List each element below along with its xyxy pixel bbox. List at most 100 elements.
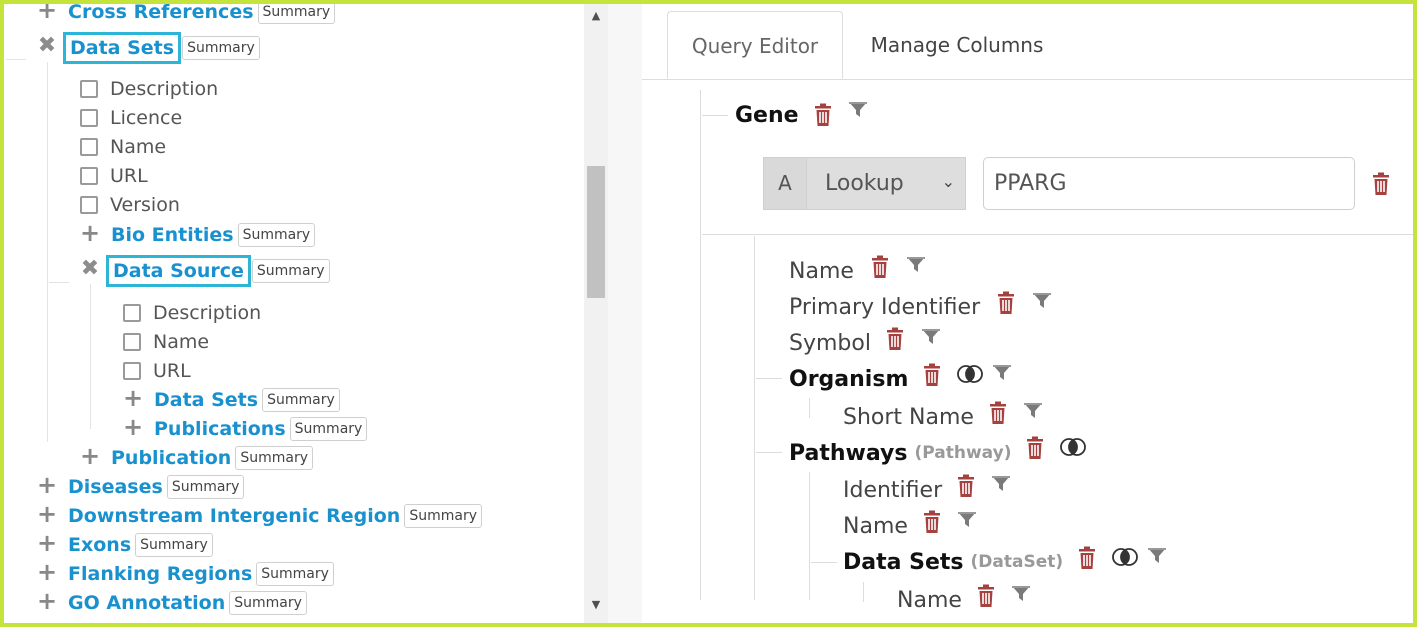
plus-icon[interactable]: + bbox=[79, 444, 101, 469]
trash-icon[interactable] bbox=[922, 363, 942, 387]
checkbox-icon[interactable] bbox=[80, 167, 98, 185]
tree-item-publications[interactable]: + Publications Summary bbox=[122, 415, 368, 442]
scrollbar-thumb[interactable] bbox=[587, 166, 605, 298]
tab-query-editor[interactable]: Query Editor bbox=[667, 11, 843, 79]
plus-icon[interactable]: + bbox=[36, 531, 58, 556]
trash-icon[interactable] bbox=[1371, 172, 1391, 196]
trash-icon[interactable] bbox=[1025, 436, 1045, 460]
summary-button[interactable]: Summary bbox=[135, 533, 213, 557]
tree-item-flanking-regions[interactable]: + Flanking Regions Summary bbox=[36, 560, 334, 587]
trash-icon[interactable] bbox=[988, 401, 1008, 425]
attribute-version[interactable]: Version bbox=[80, 192, 180, 218]
summary-button[interactable]: Summary bbox=[235, 446, 313, 470]
constraint-value-input[interactable]: PPARG bbox=[983, 157, 1355, 210]
trash-icon[interactable] bbox=[956, 474, 976, 498]
filter-icon[interactable] bbox=[1023, 402, 1043, 420]
tree-item-label[interactable]: Publications bbox=[154, 418, 286, 440]
tree-item-label[interactable]: Data Source bbox=[106, 255, 251, 287]
checkbox-icon[interactable] bbox=[80, 80, 98, 98]
tree-item-data-sets[interactable]: + Data Sets Summary bbox=[122, 386, 340, 413]
tree-item-data-source[interactable]: ✖ Data Source Summary bbox=[79, 255, 330, 287]
operator-select[interactable]: Lookup ⌄ bbox=[807, 157, 966, 210]
summary-button[interactable]: Summary bbox=[257, 4, 336, 24]
query-field-short-name: Short Name bbox=[843, 402, 1043, 432]
trash-icon[interactable] bbox=[922, 510, 942, 534]
filter-icon[interactable] bbox=[1147, 547, 1167, 565]
attribute-licence[interactable]: Licence bbox=[80, 105, 182, 131]
trash-icon[interactable] bbox=[813, 103, 833, 127]
close-icon[interactable]: ✖ bbox=[79, 258, 101, 282]
plus-icon[interactable]: + bbox=[36, 4, 58, 23]
tab-manage-columns[interactable]: Manage Columns bbox=[857, 11, 1057, 79]
attribute-name[interactable]: Name bbox=[123, 329, 209, 355]
plus-icon[interactable]: + bbox=[122, 386, 144, 411]
tree-item-label[interactable]: Downstream Intergenic Region bbox=[68, 505, 400, 527]
filter-icon[interactable] bbox=[992, 364, 1012, 382]
summary-button[interactable]: Summary bbox=[237, 223, 316, 247]
summary-button[interactable]: Summary bbox=[229, 591, 307, 615]
checkbox-icon[interactable] bbox=[80, 109, 98, 127]
plus-icon[interactable]: + bbox=[36, 473, 58, 498]
join-icon[interactable] bbox=[956, 364, 984, 384]
tree-item-label[interactable]: Data Sets bbox=[62, 32, 182, 64]
checkbox-icon[interactable] bbox=[80, 196, 98, 214]
tree-item-label[interactable]: Flanking Regions bbox=[68, 563, 252, 585]
filter-icon[interactable] bbox=[991, 475, 1011, 493]
plus-icon[interactable]: + bbox=[36, 560, 58, 585]
checkbox-icon[interactable] bbox=[123, 304, 141, 322]
tree-item-downstream-intergenic-region[interactable]: + Downstream Intergenic Region Summary bbox=[36, 502, 482, 529]
attribute-url[interactable]: URL bbox=[123, 358, 191, 384]
attribute-description[interactable]: Description bbox=[123, 300, 261, 326]
summary-button[interactable]: Summary bbox=[262, 388, 340, 412]
tree-item-data-sets[interactable]: ✖ Data Sets Summary bbox=[36, 32, 260, 64]
plus-icon[interactable]: + bbox=[79, 221, 101, 246]
join-icon[interactable] bbox=[1059, 437, 1087, 457]
summary-button[interactable]: Summary bbox=[251, 259, 330, 283]
filter-icon[interactable] bbox=[848, 101, 868, 119]
tree-item-diseases[interactable]: + Diseases Summary bbox=[36, 473, 245, 500]
tree-item-label[interactable]: Exons bbox=[68, 534, 131, 556]
summary-button[interactable]: Summary bbox=[289, 417, 368, 441]
summary-button[interactable]: Summary bbox=[404, 504, 482, 528]
tree-item-label[interactable]: Bio Entities bbox=[111, 224, 234, 246]
trash-icon[interactable] bbox=[885, 327, 905, 351]
attribute-description[interactable]: Description bbox=[80, 76, 218, 102]
filter-icon[interactable] bbox=[1011, 585, 1031, 603]
plus-icon[interactable]: + bbox=[36, 502, 58, 527]
tree-item-publication[interactable]: + Publication Summary bbox=[79, 444, 313, 471]
checkbox-icon[interactable] bbox=[123, 333, 141, 351]
summary-button[interactable]: Summary bbox=[166, 475, 245, 499]
scroll-up-arrow-icon[interactable]: ▲ bbox=[584, 6, 608, 26]
filter-icon[interactable] bbox=[921, 328, 941, 346]
tree-item-label[interactable]: Data Sets bbox=[154, 389, 258, 411]
summary-button[interactable]: Summary bbox=[182, 36, 260, 60]
trash-icon[interactable] bbox=[1077, 546, 1097, 570]
filter-icon[interactable] bbox=[906, 256, 926, 274]
close-icon[interactable]: ✖ bbox=[36, 35, 58, 59]
trash-icon[interactable] bbox=[976, 584, 996, 608]
scroll-down-arrow-icon[interactable]: ▼ bbox=[584, 595, 608, 615]
plus-icon[interactable]: + bbox=[122, 415, 144, 440]
filter-icon[interactable] bbox=[957, 511, 977, 529]
tree-item-label[interactable]: Publication bbox=[111, 447, 231, 469]
tree-item-go-annotation[interactable]: + GO Annotation Summary bbox=[36, 589, 307, 616]
summary-button[interactable]: Summary bbox=[256, 562, 334, 586]
trash-icon[interactable] bbox=[996, 291, 1016, 315]
tree-item-bio-entities[interactable]: + Bio Entities Summary bbox=[79, 221, 316, 248]
field-type: (DataSet) bbox=[970, 552, 1064, 572]
filter-icon[interactable] bbox=[1032, 292, 1052, 310]
trash-icon[interactable] bbox=[870, 255, 890, 279]
tree-item-label[interactable]: GO Annotation bbox=[68, 592, 225, 614]
attribute-name[interactable]: Name bbox=[80, 134, 166, 160]
tree-item-cross-references[interactable]: + Cross References Summary bbox=[36, 4, 336, 25]
checkbox-icon[interactable] bbox=[80, 138, 98, 156]
tree-scrollbar[interactable]: ▲ ▼ bbox=[584, 4, 608, 623]
attribute-url[interactable]: URL bbox=[80, 163, 148, 189]
tree-item-label[interactable]: Diseases bbox=[68, 476, 163, 498]
checkbox-icon[interactable] bbox=[123, 362, 141, 380]
join-icon[interactable] bbox=[1111, 547, 1139, 567]
tree-item-label[interactable]: Cross References bbox=[68, 4, 254, 23]
plus-icon[interactable]: + bbox=[36, 589, 58, 614]
attribute-label: Licence bbox=[110, 107, 183, 129]
tree-item-exons[interactable]: + Exons Summary bbox=[36, 531, 213, 558]
